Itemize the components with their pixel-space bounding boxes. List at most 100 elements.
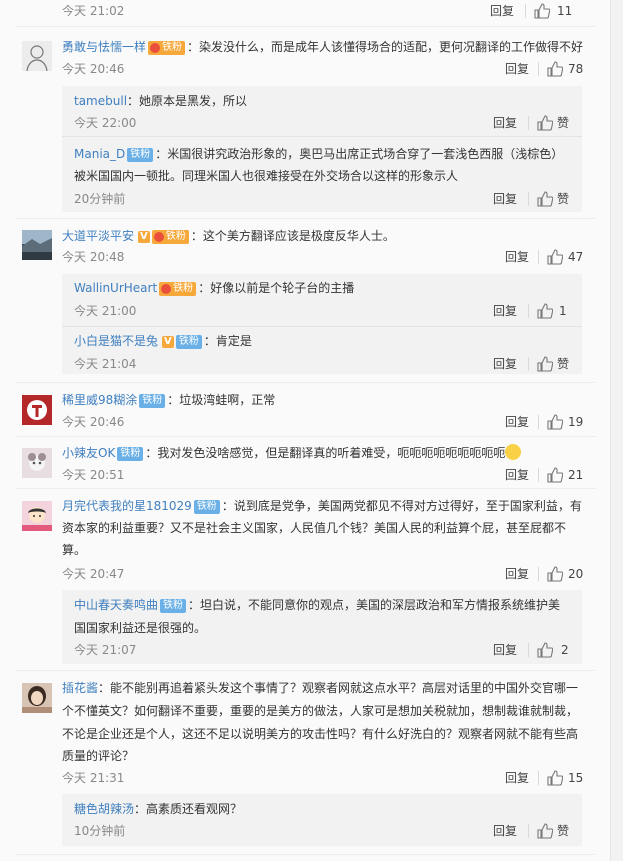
thumbs-up-icon[interactable] <box>537 642 553 658</box>
like-count: 21 <box>568 468 584 482</box>
comment-panel: 今天 21:02 回复 11 勇敢与怯懦一样 铁粉 ：染发没什么，而是成年人该懂得场… <box>0 0 611 861</box>
fan-badge[interactable]: 铁粉 <box>117 447 144 461</box>
comment-line: 插花酱：能不能别再追着紧头发这个事情了？观察者网就这点水平？高层对话里的中国外交… <box>62 679 578 697</box>
reply-button[interactable]: 回复 <box>493 190 517 208</box>
reply-text: ：米国很讲究政治形象的，奥巴马出席正式场合穿了一套浅色西服（浅棕色） <box>155 147 564 161</box>
fan-badge[interactable]: 铁粉 <box>148 41 186 55</box>
comment-line: 月完代表我的星181029 铁粉 ：说到底是党争，美国两党都见不得对方过得好，至于国… <box>62 497 582 515</box>
thumbs-up-icon[interactable] <box>537 115 553 131</box>
verified-icon: V <box>161 336 174 348</box>
fan-badge[interactable]: 铁粉 <box>127 148 154 162</box>
like-label: 赞 <box>557 116 570 130</box>
thumbs-up-icon[interactable] <box>537 356 553 372</box>
reply-button[interactable]: 回复 <box>505 466 529 484</box>
username-link[interactable]: WallinUrHeart <box>74 281 157 295</box>
separator <box>528 192 529 206</box>
comment-text: ：垃圾湾蛙啊，正常 <box>167 393 276 407</box>
comment-time: 今天 20:48 <box>62 250 125 264</box>
comment-time: 今天 20:46 <box>62 62 125 76</box>
reply-time: 10分钟前 <box>74 824 126 838</box>
reply-button[interactable]: 回复 <box>490 2 514 20</box>
separator <box>538 250 539 264</box>
thumbs-up-icon[interactable] <box>547 414 563 430</box>
reply-time: 今天 21:04 <box>74 357 137 371</box>
separator <box>538 771 539 785</box>
reply-button[interactable]: 回复 <box>493 355 517 373</box>
reply-time: 今天 22:00 <box>74 116 137 130</box>
thumbs-up-icon[interactable] <box>537 823 553 839</box>
reply-button[interactable]: 回复 <box>505 60 529 78</box>
reply-button[interactable]: 回复 <box>493 302 517 320</box>
thumbs-up-icon[interactable] <box>547 61 563 77</box>
reply-button[interactable]: 回复 <box>505 413 529 431</box>
fan-badge[interactable]: 铁粉 <box>160 599 187 613</box>
username-link[interactable]: 稀里威98糊涂 <box>62 393 137 407</box>
comment-text: 资本家的利益重要？又不是社会主义国家，人民值几个钱？美国人民的利益算个屁，甚至屁… <box>62 521 567 535</box>
fan-badge[interactable]: 铁粉 <box>175 335 202 349</box>
username-link[interactable]: 大道平淡平安 <box>62 229 134 243</box>
divider <box>16 670 596 671</box>
username-link[interactable]: 中山春天奏鸣曲 <box>74 598 158 612</box>
reply-line: Mania_D 铁粉 ：米国很讲究政治形象的，奥巴马出席正式场合穿了一套浅色西服（浅… <box>74 145 563 163</box>
avatar[interactable] <box>22 395 52 425</box>
reply-button[interactable]: 回复 <box>505 565 529 583</box>
separator <box>538 62 539 76</box>
like-count: 15 <box>568 771 584 785</box>
thumbs-up-icon[interactable] <box>547 566 563 582</box>
username-link[interactable]: 插花酱 <box>62 681 98 695</box>
username-link[interactable]: 小辣友OK <box>62 446 115 460</box>
fan-badge[interactable]: 铁粉 <box>159 282 197 296</box>
fan-badge[interactable]: 铁粉 <box>193 500 220 514</box>
reply-list: 中山春天奏鸣曲 铁粉 ：坦白说，不能同意你的观点，美国的深层政治和军方情报系统维护美… <box>62 590 582 664</box>
like-count: 47 <box>568 250 584 264</box>
comment-time: 今天 20:47 <box>62 567 125 581</box>
divider <box>62 136 582 137</box>
divider <box>16 26 596 27</box>
like-count: 20 <box>568 567 584 581</box>
username-link[interactable]: 小白是猫不是兔 <box>74 334 158 348</box>
reply-button[interactable]: 回复 <box>493 114 517 132</box>
reply-time: 20分钟前 <box>74 192 126 206</box>
fan-badge[interactable]: 铁粉 <box>139 394 166 408</box>
comment-text: ：我对发色没啥感觉，但是翻译真的听着难受，呃呃呃呃呃呃呃呃呃 <box>145 446 506 460</box>
avatar[interactable] <box>22 41 52 71</box>
reply-line: 中山春天奏鸣曲 铁粉 ：坦白说，不能同意你的观点，美国的深层政治和军方情报系统维护美 <box>74 596 560 614</box>
thumbs-up-icon[interactable] <box>547 467 563 483</box>
thumbs-up-icon[interactable] <box>537 191 553 207</box>
avatar[interactable] <box>22 501 52 531</box>
verified-icon: V <box>137 231 150 243</box>
thumbs-up-icon[interactable] <box>547 770 563 786</box>
reply-list: 糖色胡辣汤：高素质还看观网？ 10分钟前 回复 赞 <box>62 794 582 846</box>
comment-line: 勇敢与怯懦一样 铁粉 ：染发没什么，而是成年人该懂得场合的适配，更何况翻译的工作做得… <box>62 38 583 56</box>
username-link[interactable]: tamebull <box>74 94 127 108</box>
like-count: 2 <box>561 643 569 657</box>
username-link[interactable]: 月完代表我的星181029 <box>62 499 192 513</box>
username-link[interactable]: 勇敢与怯懦一样 <box>62 40 146 54</box>
divider <box>16 488 596 489</box>
reply-button[interactable]: 回复 <box>493 641 517 659</box>
avatar[interactable] <box>22 448 52 478</box>
like-count: 11 <box>557 4 573 18</box>
fan-badge[interactable]: 铁粉 <box>151 230 189 244</box>
username-link[interactable]: 糖色胡辣汤 <box>74 802 134 816</box>
comment-text: ：这个美方翻译应该是极度反华人士。 <box>190 229 395 243</box>
reply-button[interactable]: 回复 <box>505 769 529 787</box>
comment-text: ：说到底是党争，美国两党都见不得对方过得好，至于国家利益，有 <box>221 499 582 513</box>
comment-time: 今天 21:31 <box>62 771 125 785</box>
reply-text: ：她原本是黑发，所以 <box>127 94 248 108</box>
avatar[interactable] <box>22 683 52 713</box>
thumbs-up-icon[interactable] <box>537 303 553 319</box>
avatar[interactable] <box>22 230 52 260</box>
reply-button[interactable]: 回复 <box>493 822 517 840</box>
separator <box>528 357 529 371</box>
reply-button[interactable]: 回复 <box>505 248 529 266</box>
thumbs-up-icon[interactable] <box>534 3 550 19</box>
username-link[interactable]: Mania_D <box>74 147 125 161</box>
thumbs-up-icon[interactable] <box>547 249 563 265</box>
divider <box>16 382 596 383</box>
comment-time: 今天 21:02 <box>62 4 125 18</box>
comment-line: 小辣友OK 铁粉 ：我对发色没啥感觉，但是翻译真的听着难受，呃呃呃呃呃呃呃呃呃 <box>62 444 522 462</box>
comment-text: 不论是企业还是个人，这还不足以说明美方的攻击性吗？有什么好洗白的？观察者网就不能… <box>62 727 579 741</box>
separator <box>528 824 529 838</box>
reply-line: tamebull：她原本是黑发，所以 <box>74 92 247 110</box>
